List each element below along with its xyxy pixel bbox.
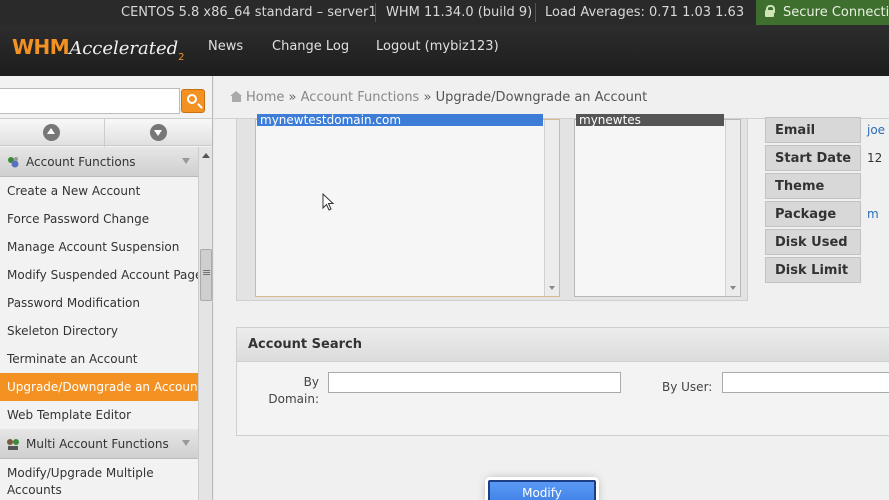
status-separator xyxy=(375,3,376,22)
info-value-start-date: 12 xyxy=(867,151,883,165)
info-label: Theme xyxy=(765,173,861,199)
chevron-down-icon[interactable] xyxy=(182,158,190,164)
info-row-package: Package m xyxy=(765,200,889,228)
info-label: Start Date xyxy=(765,145,861,171)
home-icon xyxy=(230,91,243,102)
search-by-domain-input[interactable] xyxy=(328,372,621,393)
main-content: Home » Account Functions » Upgrade/Downg… xyxy=(214,76,889,500)
by-domain-label: By Domain: xyxy=(268,375,319,406)
divider xyxy=(104,119,105,147)
scroll-arrow-up-icon[interactable] xyxy=(202,153,210,158)
sidebar-item-force-password-change[interactable]: Force Password Change xyxy=(0,205,198,233)
sidebar-item-manage-suspension[interactable]: Manage Account Suspension xyxy=(0,233,198,261)
section-multi-account-functions[interactable]: Multi Account Functions xyxy=(0,429,198,459)
logo-whm-text: WHM xyxy=(12,35,70,59)
sidebar-search-input[interactable] xyxy=(0,88,180,114)
info-label: Disk Used xyxy=(765,229,861,255)
domain-listbox[interactable]: mynewtestdomain.com xyxy=(255,114,560,297)
sidebar-item-web-template-editor[interactable]: Web Template Editor xyxy=(0,401,198,429)
info-row-email: Email joe xyxy=(765,116,889,144)
logo-accelerated-text: Accelerated xyxy=(69,38,179,59)
info-label: Disk Limit xyxy=(765,257,861,283)
secure-connection-label: Secure Connection xyxy=(783,5,889,20)
account-functions-icon xyxy=(8,157,19,168)
whm-version: WHM 11.34.0 (build 9) xyxy=(386,5,533,20)
server-os-info: CENTOS 5.8 x86_64 standard – server1 xyxy=(121,5,377,20)
info-label: Email xyxy=(765,117,861,143)
sidebar-menu: Account Functions Create a New Account F… xyxy=(0,147,198,499)
main-header: WHMAccelerated2 News Change Log Logout (… xyxy=(0,25,889,76)
scroll-down-icon[interactable] xyxy=(150,124,167,141)
section-title: Account Functions xyxy=(26,155,136,169)
sidebar-item-modify-multiple[interactable]: Modify/Upgrade Multiple Accounts xyxy=(0,459,198,499)
nav-change-log[interactable]: Change Log xyxy=(272,39,349,54)
sidebar-item-password-modification[interactable]: Password Modification xyxy=(0,289,198,317)
scrollbar-thumb[interactable] xyxy=(200,249,212,301)
info-value-package[interactable]: m xyxy=(867,201,879,227)
by-user-label: By User: xyxy=(662,380,713,394)
sidebar-scroll-controls xyxy=(0,118,212,147)
sidebar-item-terminate-account[interactable]: Terminate an Account xyxy=(0,345,198,373)
whm-logo[interactable]: WHMAccelerated2 xyxy=(12,35,185,67)
info-label: Package xyxy=(765,201,861,227)
scroll-up-icon[interactable] xyxy=(43,124,60,141)
info-row-disk-used: Disk Used xyxy=(765,228,889,256)
breadcrumb-separator: » xyxy=(423,90,432,105)
search-button[interactable] xyxy=(181,89,205,113)
breadcrumb-separator: » xyxy=(288,90,297,105)
info-row-disk-limit: Disk Limit xyxy=(765,256,889,284)
breadcrumb-account-functions[interactable]: Account Functions xyxy=(301,90,420,105)
account-info-table: Email joe Start Date 12 Theme Package m … xyxy=(765,116,889,284)
breadcrumb-home[interactable]: Home xyxy=(246,90,284,105)
account-search-title: Account Search xyxy=(237,328,889,362)
sidebar-item-skeleton-directory[interactable]: Skeleton Directory xyxy=(0,317,198,345)
breadcrumb: Home » Account Functions » Upgrade/Downg… xyxy=(230,90,647,105)
lock-icon xyxy=(764,5,775,17)
server-status-bar: CENTOS 5.8 x86_64 standard – server1 WHM… xyxy=(0,0,889,25)
sidebar-scrollbar[interactable] xyxy=(198,147,212,500)
sidebar-item-modify-suspended-page[interactable]: Modify Suspended Account Page xyxy=(0,261,198,289)
scroll-arrow-down-icon[interactable] xyxy=(730,286,736,290)
account-search-panel: Account Search By Domain: By User: xyxy=(236,327,889,436)
section-title: Multi Account Functions xyxy=(26,437,169,451)
selected-domain-option[interactable]: mynewtestdomain.com xyxy=(257,114,543,126)
selected-user-option[interactable]: mynewtes xyxy=(576,114,724,126)
nav-logout[interactable]: Logout (mybiz123) xyxy=(376,39,499,54)
modify-button[interactable]: Modify xyxy=(488,480,596,500)
info-value-email[interactable]: joe xyxy=(867,117,885,143)
search-by-user-input[interactable] xyxy=(722,372,889,393)
multi-account-icon xyxy=(7,439,19,450)
sidebar-search xyxy=(0,82,212,122)
search-icon xyxy=(187,94,197,104)
status-separator xyxy=(535,3,536,22)
sidebar-item-create-account[interactable]: Create a New Account xyxy=(0,177,198,205)
load-averages: Load Averages: 0.71 1.03 1.63 xyxy=(545,5,745,20)
listbox-scrollbar[interactable] xyxy=(544,120,559,296)
mouse-cursor-icon xyxy=(322,192,335,211)
scroll-arrow-down-icon[interactable] xyxy=(549,286,555,290)
secure-connection-badge: Secure Connection xyxy=(756,0,889,25)
chevron-down-icon[interactable] xyxy=(182,440,190,446)
user-listbox[interactable]: mynewtes xyxy=(574,114,741,297)
account-select-panel: mynewtestdomain.com mynewtes xyxy=(236,114,748,301)
listbox-scrollbar[interactable] xyxy=(725,120,740,296)
section-account-functions[interactable]: Account Functions xyxy=(0,147,198,177)
info-row-theme: Theme xyxy=(765,172,889,200)
sidebar: Account Functions Create a New Account F… xyxy=(0,76,213,500)
breadcrumb-current: Upgrade/Downgrade an Account xyxy=(435,90,648,105)
info-row-start-date: Start Date 12 xyxy=(765,144,889,172)
sidebar-item-upgrade-downgrade[interactable]: Upgrade/Downgrade an Account xyxy=(0,373,198,401)
nav-news[interactable]: News xyxy=(208,39,243,54)
logo-version-sup: 2 xyxy=(178,52,185,63)
